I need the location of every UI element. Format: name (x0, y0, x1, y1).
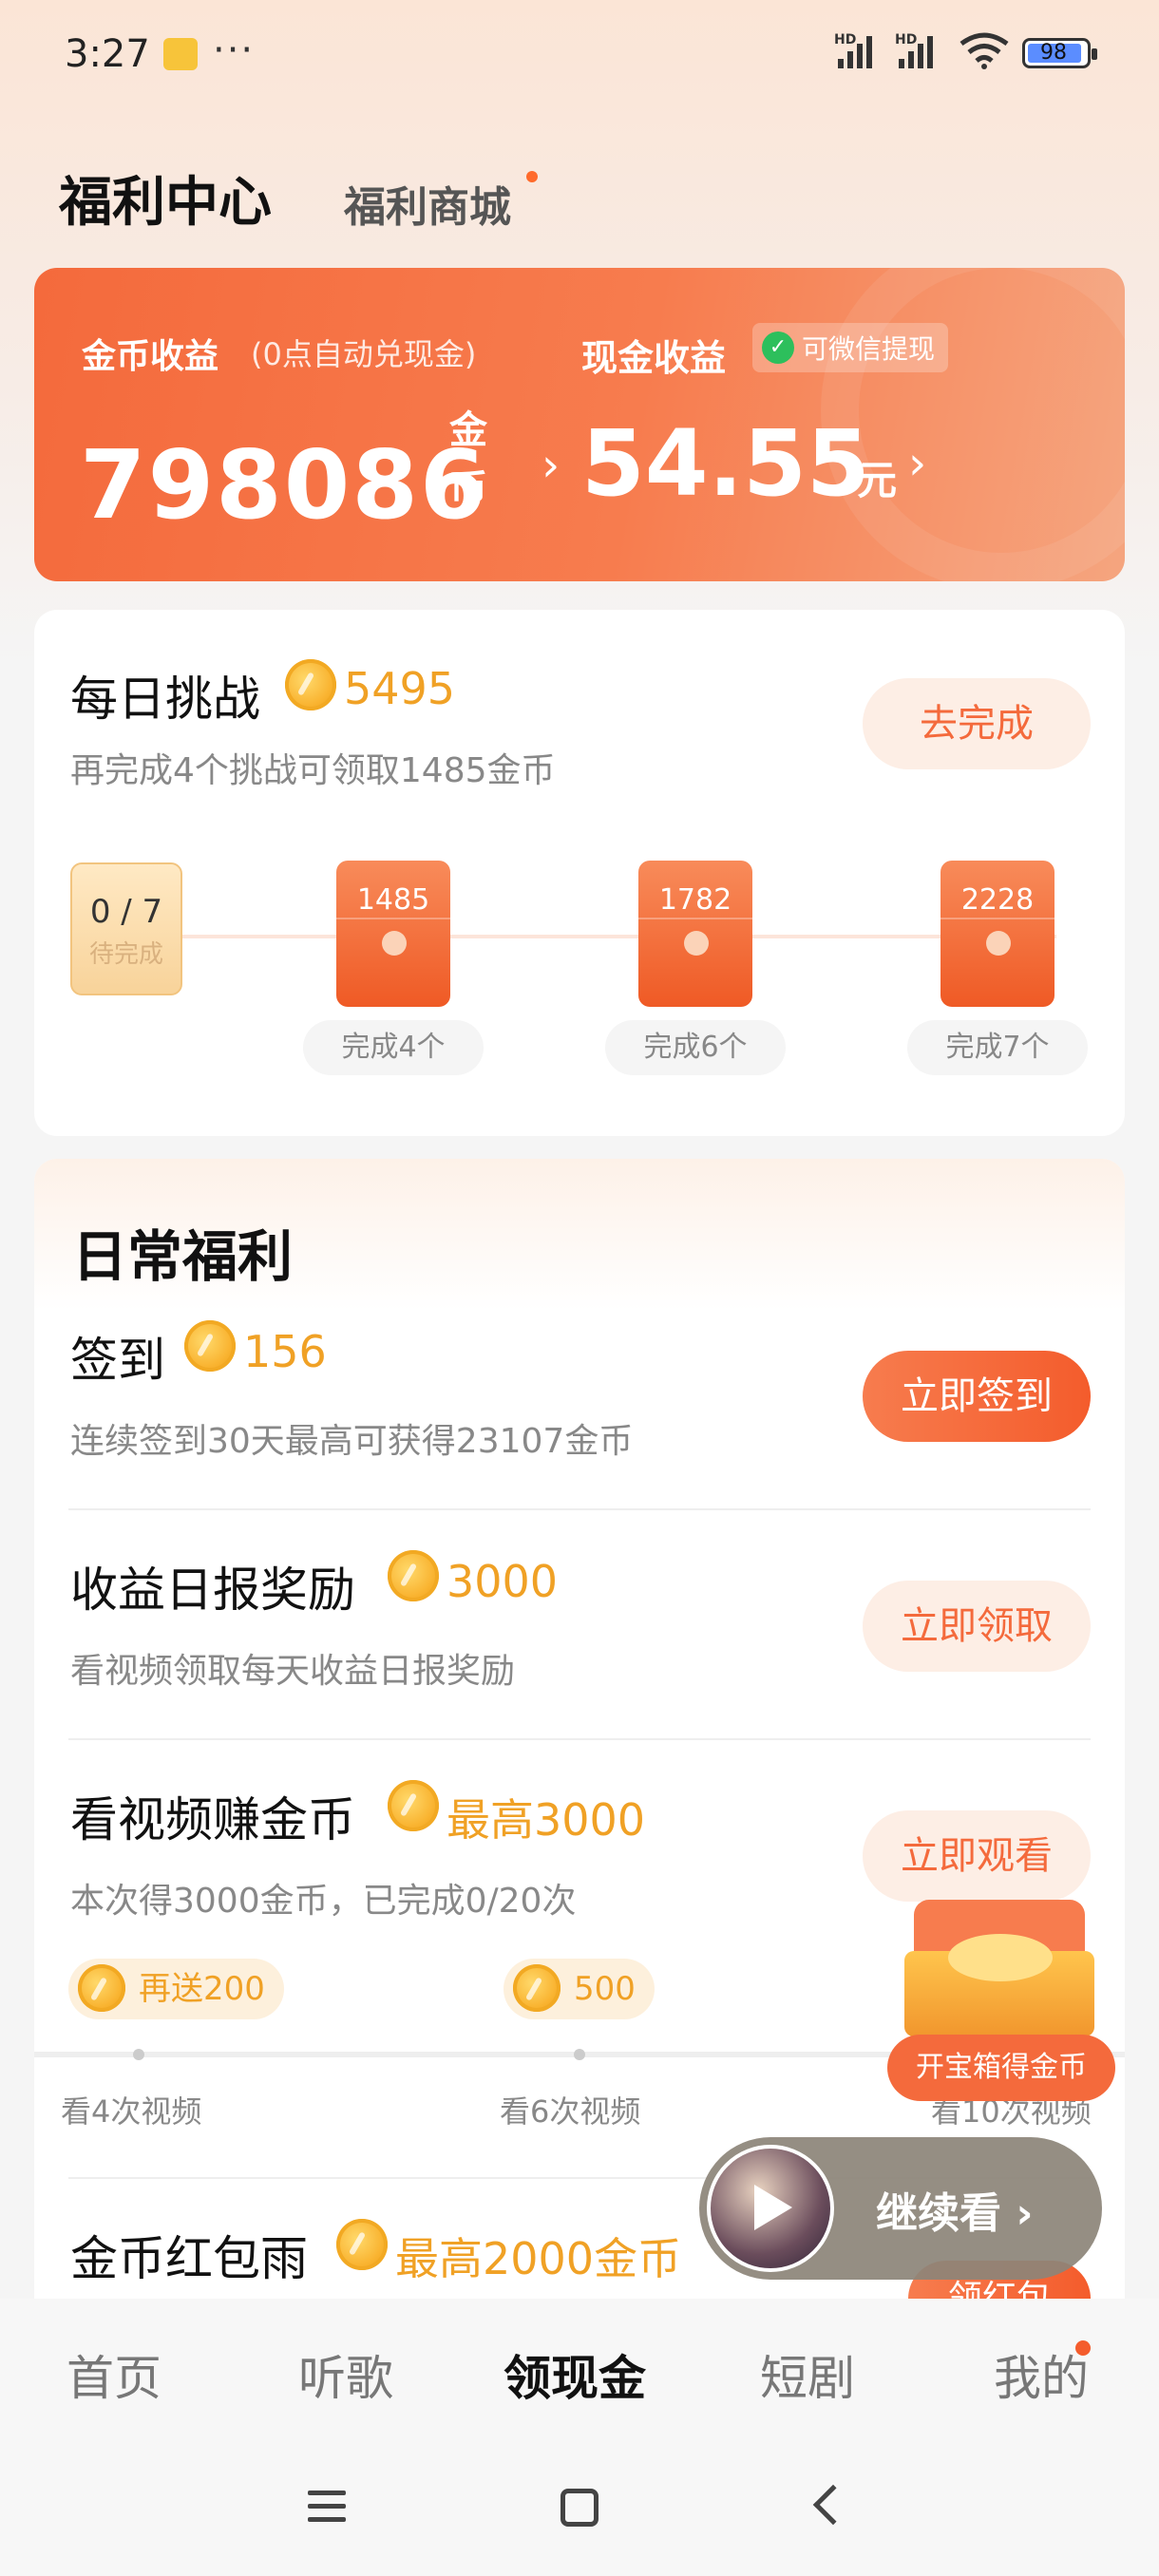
treasure-chest-icon[interactable] (904, 1900, 1094, 2036)
continue-watching-button[interactable]: 继续看 › (699, 2137, 1102, 2280)
challenge-title: 每日挑战 (70, 672, 260, 727)
challenge-subtitle: 再完成4个挑战可领取1485金币 (70, 751, 556, 790)
reward-value: 1782 (658, 883, 732, 917)
daily-challenge-card: 每日挑战 5495 再完成4个挑战可领取1485金币 去完成 0 / 7 待完成… (34, 610, 1125, 1136)
play-icon (754, 2185, 792, 2230)
coin-icon (388, 1780, 439, 1831)
tab-welfare-mall[interactable]: 福利商城 (344, 173, 511, 234)
challenge-progress-status: 待完成 (88, 940, 163, 969)
checkin-amount: 156 (243, 1326, 327, 1377)
wifi-icon (960, 32, 1009, 69)
reward-label: 完成6个 (605, 1020, 786, 1075)
coin-unit: 金币 (445, 401, 492, 519)
daily-welfare-title: 日常福利 (72, 1224, 294, 1289)
divider (68, 1738, 1091, 1740)
earnings-card: 金币收益 (0点自动兑现金) 798086 金币 › 现金收益 ✓ 可微信提现 5… (34, 268, 1125, 581)
coin-icon (184, 1320, 236, 1372)
watch-now-button[interactable]: 立即观看 (863, 1810, 1091, 1902)
open-chest-button[interactable]: 开宝箱得金币 (887, 2035, 1115, 2101)
signal-icon-2 (899, 34, 933, 68)
continue-watching-label: 继续看 › (876, 2189, 1034, 2238)
lock-icon (986, 931, 1011, 956)
challenge-progress: 0 / 7 (89, 893, 163, 931)
cash-earnings-label: 现金收益 (581, 337, 727, 379)
bonus-pill-label: 500 (574, 1970, 636, 2008)
bonus-pill: 500 (504, 1959, 655, 2019)
page-title[interactable]: 福利中心 (59, 160, 272, 237)
back-icon[interactable] (812, 2484, 854, 2526)
checkin-button[interactable]: 立即签到 (863, 1351, 1091, 1442)
red-envelope[interactable]: 2228 (940, 861, 1054, 1007)
watch-video-subtitle: 本次得3000金币，已完成0/20次 (70, 1882, 577, 1921)
status-time: 3:27 (65, 32, 150, 76)
reward-value: 1485 (356, 883, 430, 917)
wechat-check-icon: ✓ (762, 331, 794, 364)
progress-dot (574, 2049, 585, 2060)
battery-level: 98 (1040, 41, 1067, 65)
mall-badge-dot (526, 171, 538, 182)
challenge-progress-box: 0 / 7 待完成 (70, 862, 182, 995)
reward-label: 完成4个 (303, 1020, 484, 1075)
coin-earnings-note: (0点自动兑现金) (251, 336, 477, 372)
milestone-label: 看4次视频 (61, 2093, 202, 2130)
checkin-title: 签到 (70, 1333, 165, 1388)
milestone-label: 看6次视频 (500, 2093, 641, 2130)
coin-icon (336, 2219, 388, 2270)
wechat-withdraw-badge: ✓ 可微信提现 (752, 323, 949, 372)
cash-unit: 元 (857, 457, 898, 503)
notification-icon (163, 38, 198, 70)
coin-earnings-label: 金币收益 (82, 337, 219, 376)
signal-icon (838, 34, 872, 68)
coin-icon (78, 1964, 125, 2012)
battery-icon: 98 (1022, 38, 1097, 68)
checkin-subtitle: 连续签到30天最高可获得23107金币 (70, 1422, 634, 1461)
lock-icon (382, 931, 407, 956)
bonus-pill-label: 再送200 (139, 1970, 265, 2008)
tab-home[interactable]: 首页 (66, 2340, 162, 2409)
home-icon[interactable] (560, 2489, 598, 2527)
reward-label: 完成7个 (907, 1020, 1088, 1075)
chevron-right-icon[interactable]: › (908, 437, 926, 490)
watch-video-title: 看视频赚金币 (70, 1792, 355, 1847)
coin-icon (285, 659, 336, 710)
divider (68, 1508, 1091, 1510)
tab-short-drama[interactable]: 短剧 (760, 2340, 855, 2409)
red-packet-title: 金币红包雨 (70, 2231, 308, 2286)
daily-report-amount: 3000 (446, 1556, 559, 1607)
red-envelope[interactable]: 1782 (638, 861, 752, 1007)
bonus-pill: 再送200 (68, 1959, 284, 2019)
wechat-withdraw-label: 可微信提现 (802, 333, 936, 365)
daily-report-title: 收益日报奖励 (70, 1563, 355, 1618)
progress-dot (133, 2049, 144, 2060)
tab-earn-cash[interactable]: 领现金 (504, 2340, 646, 2409)
status-bar: 3:27 ··· HD HD 98 (0, 0, 1159, 114)
daily-report-subtitle: 看视频领取每天收益日报奖励 (70, 1652, 516, 1691)
coin-icon (388, 1550, 439, 1601)
reward-value: 2228 (960, 883, 1035, 917)
menu-icon[interactable] (308, 2491, 346, 2530)
mine-badge-dot (1075, 2340, 1091, 2356)
watch-video-amount: 最高3000 (446, 1794, 646, 1846)
tab-music[interactable]: 听歌 (298, 2340, 393, 2409)
challenge-progress-track (103, 935, 1056, 938)
system-nav-bar (0, 2441, 1159, 2576)
coin-icon (513, 1964, 560, 2012)
chevron-right-icon[interactable]: › (542, 439, 560, 492)
tab-mine[interactable]: 我的 (994, 2340, 1089, 2409)
coin-unit-2: 币 (449, 467, 487, 511)
cash-balance[interactable]: 54.55 (581, 410, 870, 517)
lock-icon (684, 931, 709, 956)
page-header: 福利中心 福利商城 (59, 152, 1100, 237)
claim-report-button[interactable]: 立即领取 (863, 1581, 1091, 1672)
coin-balance[interactable]: 798086 (80, 429, 487, 540)
challenge-amount: 5495 (344, 663, 456, 714)
red-packet-amount: 最高2000金币 (395, 2233, 682, 2284)
coin-unit-1: 金 (449, 408, 487, 452)
more-notifications-icon: ··· (213, 28, 256, 72)
go-complete-button[interactable]: 去完成 (863, 678, 1091, 769)
red-envelope[interactable]: 1485 (336, 861, 450, 1007)
bottom-tab-bar: 首页 听歌 领现金 短剧 我的 (0, 2299, 1159, 2441)
